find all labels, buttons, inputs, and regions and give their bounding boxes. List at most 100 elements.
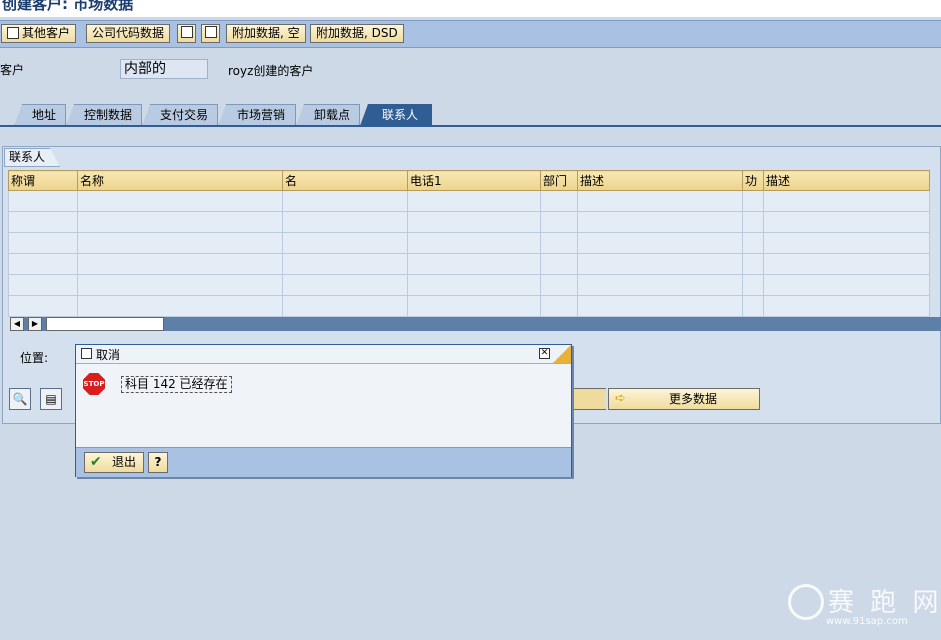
column-header[interactable]: 部门 xyxy=(540,170,578,191)
column-header[interactable]: 描述 xyxy=(763,170,930,191)
table-cell[interactable] xyxy=(763,232,930,254)
table-cell[interactable] xyxy=(577,253,743,275)
arrow-right-icon: ▶ xyxy=(31,319,39,328)
table-cell[interactable] xyxy=(77,232,283,254)
table-cell[interactable] xyxy=(540,190,578,212)
additional-data-dsd-button[interactable]: 附加数据, DSD xyxy=(310,24,404,43)
page-forward-icon xyxy=(204,26,217,38)
table-cell[interactable] xyxy=(540,232,578,254)
table-cell[interactable] xyxy=(742,232,764,254)
table-cell[interactable] xyxy=(763,274,930,296)
table-cell[interactable] xyxy=(77,211,283,233)
table-cell[interactable] xyxy=(282,295,408,317)
table-cell[interactable] xyxy=(742,274,764,296)
tab-contact-persons[interactable]: 联系人 xyxy=(360,104,432,126)
table-cell[interactable] xyxy=(77,295,283,317)
table-cell[interactable] xyxy=(407,274,541,296)
table-cell[interactable] xyxy=(8,190,78,212)
table-cell[interactable] xyxy=(742,211,764,233)
table-cell[interactable] xyxy=(742,190,764,212)
more-data-button[interactable]: ➪ 更多数据 xyxy=(608,388,760,410)
scroll-right-button[interactable]: ▶ xyxy=(28,317,42,331)
help-button[interactable]: ? xyxy=(148,452,168,473)
table-cell[interactable] xyxy=(577,190,743,212)
table-row xyxy=(8,253,930,275)
delete-row-icon: ▤ xyxy=(45,392,57,406)
table-cell[interactable] xyxy=(8,253,78,275)
tab-unloading-points[interactable]: 卸载点 xyxy=(296,104,360,126)
table-cell[interactable] xyxy=(763,211,930,233)
dialog-close-button[interactable]: ✕ xyxy=(539,348,550,359)
column-header[interactable]: 功 xyxy=(742,170,764,191)
horizontal-scrollbar[interactable]: ◀ ▶ xyxy=(10,317,941,331)
table-cell[interactable] xyxy=(282,190,408,212)
stop-icon: STOP xyxy=(83,373,105,395)
column-header[interactable]: 描述 xyxy=(577,170,743,191)
customer-field[interactable]: 内部的 xyxy=(120,59,208,79)
table-cell[interactable] xyxy=(577,295,743,317)
partially-hidden-button[interactable] xyxy=(570,388,606,410)
tab-marketing[interactable]: 市场营销 xyxy=(218,104,296,126)
watermark-url: www.91sap.com xyxy=(826,616,908,627)
table-cell[interactable] xyxy=(8,211,78,233)
additional-data-empty-button[interactable]: 附加数据, 空 xyxy=(226,24,306,43)
previous-screen-button[interactable] xyxy=(177,24,196,43)
table-cell[interactable] xyxy=(763,295,930,317)
title-bar: 创建客户: 市场数据 xyxy=(0,0,941,17)
table-cell[interactable] xyxy=(407,211,541,233)
table-cell[interactable] xyxy=(407,253,541,275)
table-cell[interactable] xyxy=(540,211,578,233)
table-cell[interactable] xyxy=(742,253,764,275)
exit-button[interactable]: ✔ 退出 xyxy=(84,452,144,473)
table-row xyxy=(8,274,930,296)
customer-description: royz创建的客户 xyxy=(228,64,314,78)
scroll-thumb[interactable] xyxy=(46,317,164,331)
table-cell[interactable] xyxy=(577,232,743,254)
table-cell[interactable] xyxy=(540,295,578,317)
delete-row-button[interactable]: ▤ xyxy=(40,388,62,410)
table-cell[interactable] xyxy=(540,253,578,275)
table-cell[interactable] xyxy=(77,190,283,212)
tab-control-data[interactable]: 控制数据 xyxy=(66,104,142,126)
window-title: 创建客户: 市场数据 xyxy=(2,0,134,13)
table-cell[interactable] xyxy=(282,211,408,233)
table-cell[interactable] xyxy=(763,253,930,275)
company-code-data-button[interactable]: 公司代码数据 xyxy=(86,24,171,43)
column-header[interactable]: 称谓 xyxy=(8,170,78,191)
table-cell[interactable] xyxy=(407,190,541,212)
table-cell[interactable] xyxy=(407,232,541,254)
tab-address[interactable]: 地址 xyxy=(14,104,66,126)
table-cell[interactable] xyxy=(282,274,408,296)
table-cell[interactable] xyxy=(540,274,578,296)
table-cell[interactable] xyxy=(77,253,283,275)
column-header[interactable]: 名称 xyxy=(77,170,283,191)
tab-payment-transactions[interactable]: 支付交易 xyxy=(142,104,218,126)
table-cell[interactable] xyxy=(8,232,78,254)
dialog-footer: ✔ 退出 ? xyxy=(76,447,571,477)
table-cell[interactable] xyxy=(8,295,78,317)
close-icon: ✕ xyxy=(540,348,549,358)
table-cell[interactable] xyxy=(577,211,743,233)
dialog-window-icon xyxy=(81,348,92,359)
table-cell[interactable] xyxy=(407,295,541,317)
page-back-icon xyxy=(180,26,193,38)
column-header[interactable]: 电话1 xyxy=(407,170,541,191)
details-button[interactable]: 🔍 xyxy=(9,388,31,410)
scroll-left-button[interactable]: ◀ xyxy=(10,317,24,331)
table-cell[interactable] xyxy=(742,295,764,317)
other-customer-button[interactable]: 其他客户 xyxy=(1,24,77,43)
dialog-title-bar: 取消 ✕ xyxy=(76,345,571,364)
table-cell[interactable] xyxy=(8,274,78,296)
table-row xyxy=(8,211,930,233)
document-switch-icon xyxy=(7,27,19,39)
next-screen-button[interactable] xyxy=(201,24,220,43)
table-cell[interactable] xyxy=(282,253,408,275)
checkmark-icon: ✔ xyxy=(90,454,102,470)
table-cell[interactable] xyxy=(77,274,283,296)
dialog-title: 取消 xyxy=(96,348,121,362)
customer-label: 客户 xyxy=(0,63,25,77)
column-header[interactable]: 名 xyxy=(282,170,408,191)
table-cell[interactable] xyxy=(577,274,743,296)
table-cell[interactable] xyxy=(282,232,408,254)
table-cell[interactable] xyxy=(763,190,930,212)
